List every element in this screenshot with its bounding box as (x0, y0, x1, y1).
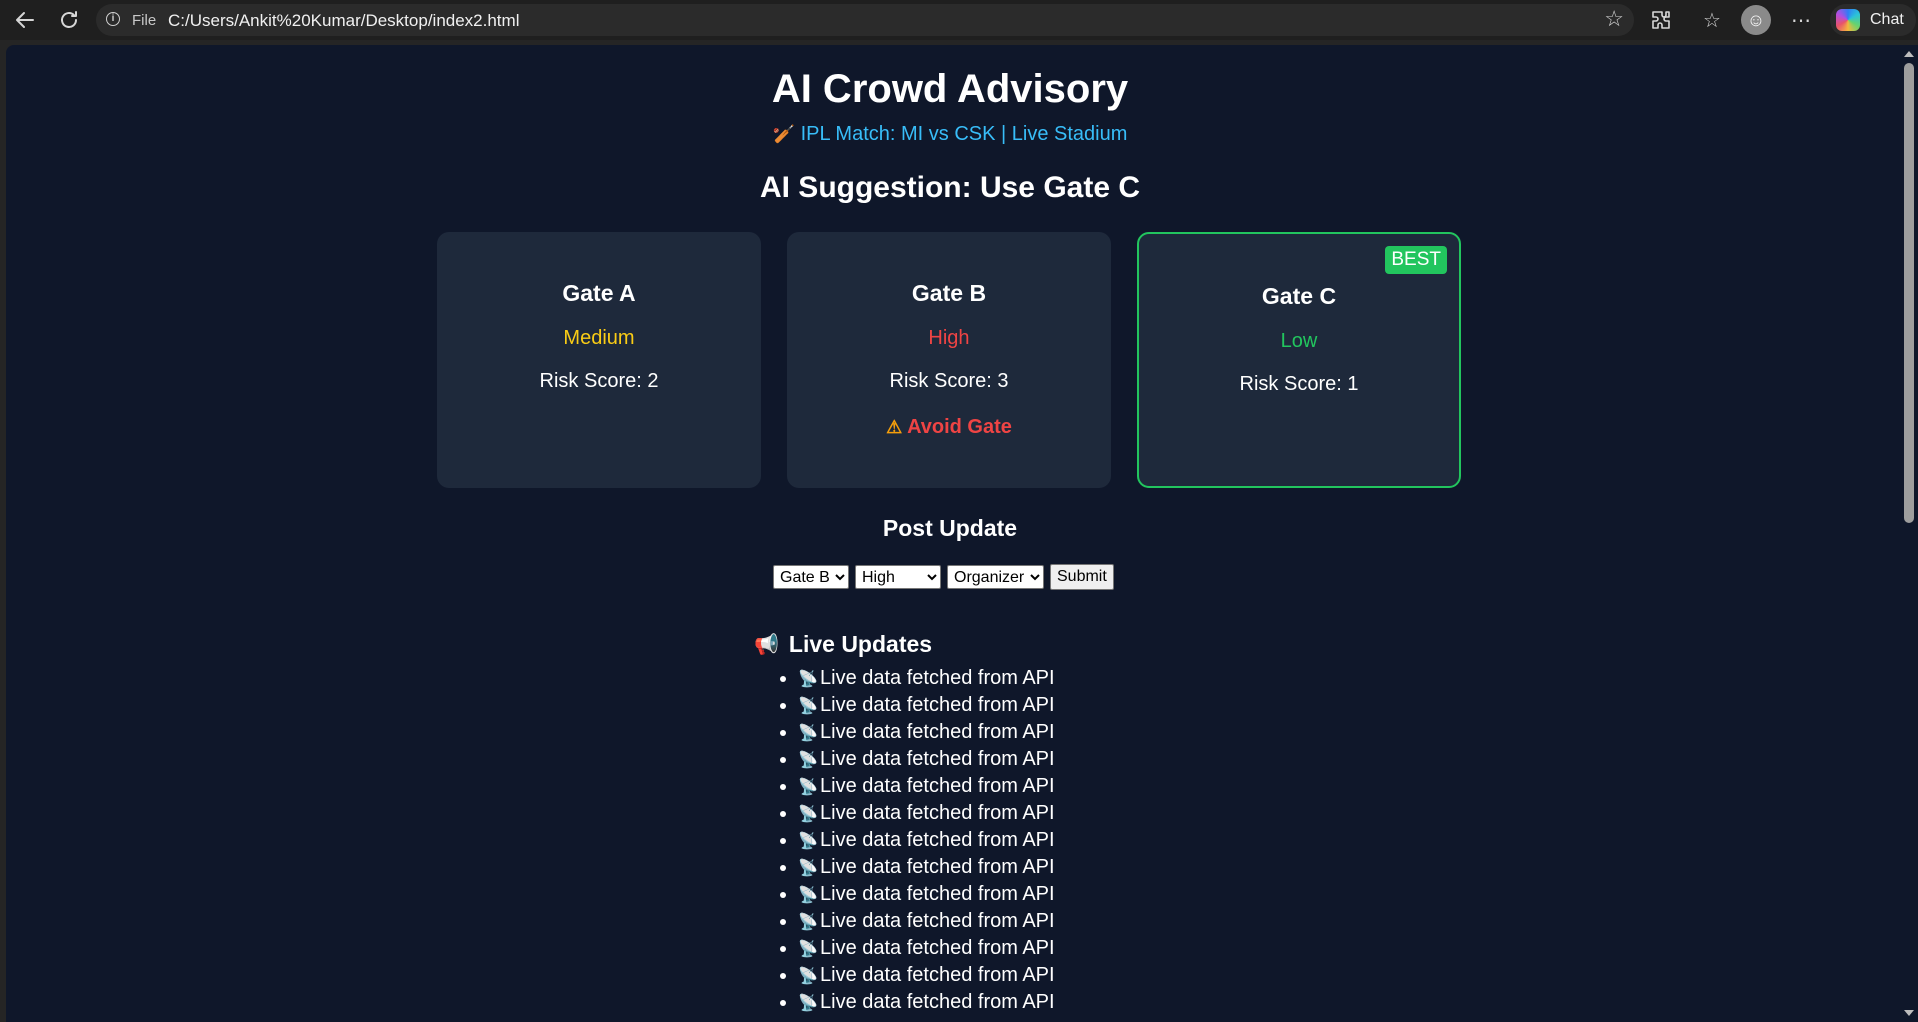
file-scheme-label: File (132, 12, 157, 29)
submit-button[interactable]: Submit (1050, 564, 1114, 590)
page-scrollbar[interactable] (1900, 45, 1918, 1022)
profile-avatar[interactable]: ☺ (1741, 5, 1771, 35)
live-update-item: 📡Live data fetched from API (798, 935, 1055, 962)
avoid-gate-warning: ⚠ Avoid Gate (787, 416, 1111, 439)
chat-button[interactable]: Chat (1830, 4, 1916, 36)
warning-icon: ⚠ (886, 417, 903, 437)
post-update-form: Gate B High Organizer Submit (773, 564, 1114, 590)
subtitle-text: IPL Match: MI vs CSK | Live Stadium (800, 123, 1128, 145)
crowd-level-select[interactable]: High (855, 565, 941, 589)
match-subtitle: 🏏 IPL Match: MI vs CSK | Live Stadium (6, 123, 1894, 146)
page-viewport: AI Crowd Advisory 🏏 IPL Match: MI vs CSK… (6, 45, 1918, 1022)
live-update-text: Live data fetched from API (820, 802, 1055, 824)
live-update-item: 📡Live data fetched from API (798, 773, 1055, 800)
warning-text: Avoid Gate (907, 416, 1012, 438)
chat-label: Chat (1870, 11, 1904, 28)
gate-crowd-level: Medium (563, 327, 635, 349)
satellite-icon: 📡 (798, 995, 818, 1012)
back-arrow-icon[interactable] (10, 5, 40, 35)
live-update-item: 📡Live data fetched from API (798, 854, 1055, 881)
live-update-text: Live data fetched from API (820, 937, 1055, 959)
gate-name: Gate B (911, 280, 987, 306)
satellite-icon: 📡 (798, 671, 818, 688)
gate-select[interactable]: Gate B (773, 565, 849, 589)
live-update-text: Live data fetched from API (820, 910, 1055, 932)
cricket-bat-icon: 🏏 (772, 124, 796, 144)
live-update-text: Live data fetched from API (820, 667, 1055, 689)
live-update-text: Live data fetched from API (820, 964, 1055, 986)
favorites-icon[interactable]: ☆ (1697, 5, 1727, 35)
scroll-down-arrow-icon[interactable] (1904, 1010, 1914, 1016)
favorite-star-icon[interactable]: ☆ (1604, 6, 1624, 32)
live-update-text: Live data fetched from API (820, 721, 1055, 743)
live-updates-heading: 📢 Live Updates (754, 631, 932, 658)
gate-risk-score: Risk Score: 2 (539, 370, 659, 392)
address-bar[interactable]: i File C:/Users/Ankit%20Kumar/Desktop/in… (96, 4, 1634, 36)
gate-card-b: Gate B High Risk Score: 3 ⚠ Avoid Gate (787, 232, 1111, 488)
live-update-text: Live data fetched from API (820, 991, 1055, 1013)
copilot-icon (1836, 9, 1860, 31)
satellite-icon: 📡 (798, 914, 818, 931)
satellite-icon: 📡 (798, 752, 818, 769)
live-update-item: 📡Live data fetched from API (798, 962, 1055, 989)
live-updates-list: 📡Live data fetched from API📡Live data fe… (774, 665, 1055, 1016)
gate-card-a: Gate A Medium Risk Score: 2 (437, 232, 761, 488)
gate-risk-score: Risk Score: 3 (889, 370, 1009, 392)
satellite-icon: 📡 (798, 725, 818, 742)
post-update-heading: Post Update (882, 515, 1018, 541)
gate-name: Gate A (562, 280, 636, 306)
more-options-icon[interactable]: ⋯ (1786, 5, 1816, 35)
live-update-item: 📡Live data fetched from API (798, 665, 1055, 692)
live-update-item: 📡Live data fetched from API (798, 746, 1055, 773)
live-update-item: 📡Live data fetched from API (798, 827, 1055, 854)
live-update-item: 📡Live data fetched from API (798, 719, 1055, 746)
live-update-text: Live data fetched from API (820, 829, 1055, 851)
live-update-text: Live data fetched from API (820, 883, 1055, 905)
live-update-item: 📡Live data fetched from API (798, 881, 1055, 908)
gate-crowd-level: Low (1280, 330, 1318, 352)
live-update-item: 📡Live data fetched from API (798, 692, 1055, 719)
page-title: AI Crowd Advisory (771, 67, 1129, 111)
best-badge: BEST (1385, 246, 1447, 274)
satellite-icon: 📡 (798, 833, 818, 850)
refresh-icon[interactable] (54, 5, 84, 35)
satellite-icon: 📡 (798, 698, 818, 715)
satellite-icon: 📡 (798, 887, 818, 904)
satellite-icon: 📡 (798, 806, 818, 823)
live-updates-title: Live Updates (788, 631, 933, 657)
browser-toolbar: i File C:/Users/Ankit%20Kumar/Desktop/in… (0, 0, 1918, 40)
megaphone-icon: 📢 (754, 634, 779, 656)
gate-card-c: BEST Gate C Low Risk Score: 1 (1137, 232, 1461, 488)
satellite-icon: 📡 (798, 779, 818, 796)
scrollbar-thumb[interactable] (1904, 63, 1914, 523)
gate-risk-score: Risk Score: 1 (1239, 373, 1359, 395)
info-icon[interactable]: i (106, 12, 120, 26)
satellite-icon: 📡 (798, 860, 818, 877)
live-update-text: Live data fetched from API (820, 856, 1055, 878)
role-select[interactable]: Organizer (947, 565, 1044, 589)
live-update-text: Live data fetched from API (820, 748, 1055, 770)
url-text[interactable]: C:/Users/Ankit%20Kumar/Desktop/index2.ht… (168, 11, 519, 31)
live-update-item: 📡Live data fetched from API (798, 908, 1055, 935)
live-update-text: Live data fetched from API (820, 694, 1055, 716)
live-update-item: 📡Live data fetched from API (798, 989, 1055, 1016)
scroll-up-arrow-icon[interactable] (1904, 51, 1914, 57)
extensions-icon[interactable] (1646, 5, 1676, 35)
gate-crowd-level: High (928, 327, 970, 349)
satellite-icon: 📡 (798, 941, 818, 958)
gate-name: Gate C (1261, 283, 1337, 309)
ai-suggestion-heading: AI Suggestion: Use Gate C (759, 171, 1141, 204)
live-update-text: Live data fetched from API (820, 775, 1055, 797)
live-update-item: 📡Live data fetched from API (798, 800, 1055, 827)
satellite-icon: 📡 (798, 968, 818, 985)
